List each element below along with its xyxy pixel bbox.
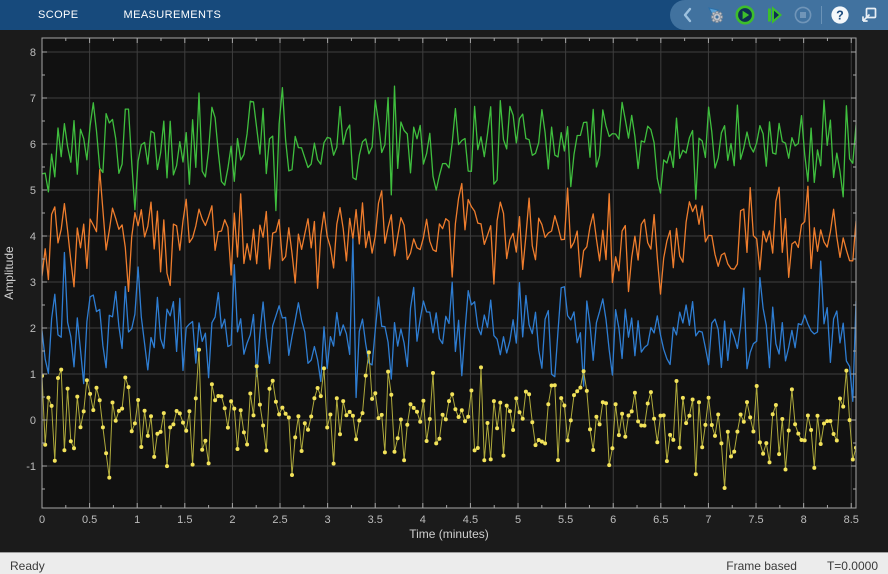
- svg-text:4.5: 4.5: [463, 514, 478, 526]
- svg-text:8.5: 8.5: [844, 514, 859, 526]
- svg-text:0: 0: [30, 415, 36, 427]
- toolbar-separator: [821, 6, 822, 24]
- svg-text:7.5: 7.5: [748, 514, 763, 526]
- status-frame-mode: Frame based: [726, 559, 797, 573]
- scope-window: SCOPE MEASUREMENTS ? 0 0.5 1 1.5 2 2.5 3…: [0, 0, 888, 574]
- toolstrip-tabs: SCOPE MEASUREMENTS: [0, 0, 221, 30]
- chevron-left-icon: [683, 7, 692, 23]
- y-axis-label: Amplitude: [2, 246, 16, 300]
- svg-text:0: 0: [39, 514, 45, 526]
- statusbar: Ready Frame based T=0.0000: [0, 552, 888, 574]
- toolbar-actions: ?: [670, 0, 888, 30]
- run-button[interactable]: [734, 4, 756, 26]
- tab-scope[interactable]: SCOPE: [38, 0, 79, 30]
- svg-text:7: 7: [705, 514, 711, 526]
- svg-text:6: 6: [610, 514, 616, 526]
- svg-text:2: 2: [30, 323, 36, 335]
- toolbar: SCOPE MEASUREMENTS ?: [0, 0, 888, 30]
- svg-text:7: 7: [30, 93, 36, 105]
- collapse-toolstrip-button[interactable]: [676, 4, 698, 26]
- plot-region: 0 0.5 1 1.5 2 2.5 3 3.5 4 4.5 5 5.5 6 6.5 7 7.5 8 8.5 -1 0 1…: [0, 30, 888, 552]
- stop-button: [792, 4, 814, 26]
- play-icon: [735, 5, 755, 25]
- popout-icon: [862, 7, 877, 22]
- axes-background: [42, 38, 856, 508]
- svg-text:4: 4: [420, 514, 426, 526]
- scope-canvas[interactable]: 0 0.5 1 1.5 2 2.5 3 3.5 4 4.5 5 5.5 6 6.5 7 7.5 8 8.5 -1 0 1…: [0, 30, 888, 547]
- svg-text:3: 3: [30, 277, 36, 289]
- step-forward-icon: [768, 6, 783, 24]
- svg-text:4: 4: [30, 231, 36, 243]
- svg-text:1: 1: [134, 514, 140, 526]
- svg-text:-1: -1: [26, 461, 36, 473]
- gear-flag-icon: [708, 7, 723, 23]
- svg-text:6.5: 6.5: [653, 514, 668, 526]
- status-sim-time: T=0.0000: [826, 559, 878, 573]
- svg-text:3: 3: [325, 514, 331, 526]
- dock-button[interactable]: [858, 4, 880, 26]
- tab-measurements[interactable]: MEASUREMENTS: [124, 0, 222, 30]
- svg-text:2: 2: [229, 514, 235, 526]
- stop-icon: [794, 6, 812, 24]
- status-ready: Ready: [10, 559, 45, 573]
- question-icon: ?: [831, 6, 849, 24]
- svg-text:0.5: 0.5: [82, 514, 97, 526]
- svg-text:5: 5: [30, 185, 36, 197]
- svg-text:8: 8: [801, 514, 807, 526]
- help-button[interactable]: ?: [829, 4, 851, 26]
- svg-text:5: 5: [515, 514, 521, 526]
- svg-text:1: 1: [30, 369, 36, 381]
- svg-text:3.5: 3.5: [368, 514, 383, 526]
- step-forward-button[interactable]: [763, 4, 785, 26]
- svg-text:8: 8: [30, 47, 36, 59]
- svg-text:1.5: 1.5: [177, 514, 192, 526]
- svg-text:?: ?: [836, 8, 844, 22]
- svg-text:5.5: 5.5: [558, 514, 573, 526]
- simulation-settings-button[interactable]: [705, 4, 727, 26]
- svg-text:2.5: 2.5: [272, 514, 287, 526]
- x-axis-label: Time (minutes): [409, 527, 489, 541]
- svg-text:6: 6: [30, 139, 36, 151]
